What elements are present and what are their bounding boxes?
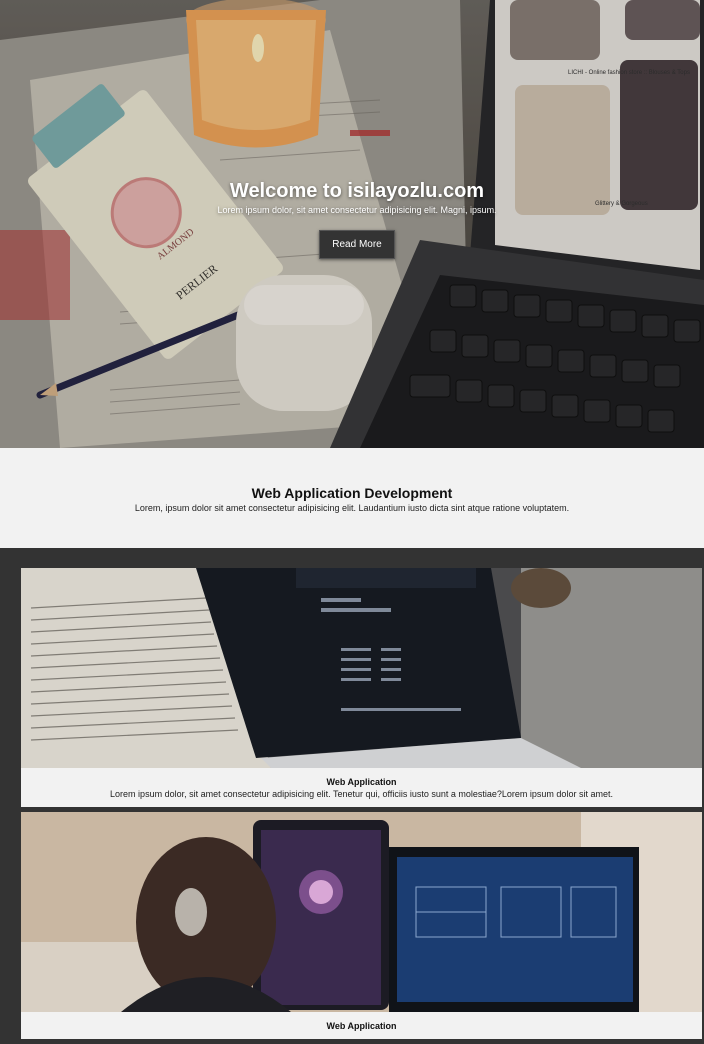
card-image-monitors	[21, 812, 702, 1012]
card-title: Web Application	[326, 1021, 397, 1031]
hero-section: ALMOND PERLIER LICHI - Online fashion st…	[0, 0, 704, 448]
card[interactable]: Web Application	[21, 812, 702, 1039]
hero-subtitle: Lorem ipsum dolor, sit amet consectetur …	[217, 205, 497, 215]
card-text: Lorem ipsum dolor, sit amet consectetur …	[110, 789, 613, 799]
read-more-button[interactable]: Read More	[319, 230, 395, 259]
hero-title: Welcome to isilayozlu.com	[229, 180, 485, 202]
intro-title: Web Application Development	[251, 485, 453, 501]
card-image-laptop-code	[21, 568, 702, 768]
cards-section: Web Application Lorem ipsum dolor, sit a…	[21, 568, 702, 1044]
card[interactable]: Web Application Lorem ipsum dolor, sit a…	[21, 568, 702, 807]
intro-section: Web Application Development Lorem, ipsum…	[0, 448, 704, 548]
card-text	[21, 1032, 702, 1039]
hero-content: Welcome to isilayozlu.com Lorem ipsum do…	[0, 178, 704, 259]
card-title: Web Application	[326, 777, 397, 787]
intro-text: Lorem, ipsum dolor sit amet consectetur …	[134, 503, 570, 513]
